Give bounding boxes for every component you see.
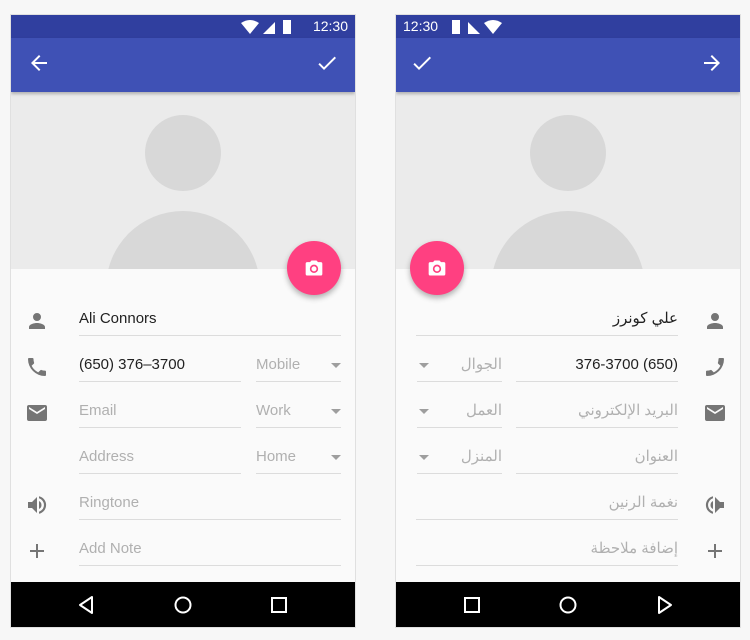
dropdown-caret-icon xyxy=(419,409,429,414)
phone-ltr: 12:30 Ali Connors (650) 376–3700 Mobile Emai… xyxy=(10,14,356,628)
nav-back-button[interactable] xyxy=(75,593,99,617)
name-field[interactable]: Ali Connors xyxy=(79,306,341,336)
dropdown-caret-icon xyxy=(331,409,341,414)
save-button[interactable] xyxy=(313,51,341,79)
volume-icon xyxy=(25,493,49,517)
plus-icon xyxy=(703,539,727,563)
nav-back-button[interactable] xyxy=(652,593,676,617)
dropdown-caret-icon xyxy=(419,363,429,368)
avatar-body xyxy=(491,211,645,269)
arrow-left-icon xyxy=(31,55,47,71)
email-type-select[interactable]: Work xyxy=(256,398,341,428)
phone-icon xyxy=(25,355,49,379)
status-time: 12:30 xyxy=(312,18,348,34)
name-field[interactable]: علي كونرز xyxy=(416,306,678,336)
email-type-label: العمل xyxy=(465,402,502,419)
email-type-label: Work xyxy=(256,402,291,419)
status-icons xyxy=(241,19,301,38)
person-icon xyxy=(703,309,727,333)
nav-recents-button[interactable] xyxy=(267,593,291,617)
address-type-label: المنزل xyxy=(460,448,502,465)
check-icon xyxy=(413,56,431,70)
system-nav-bar xyxy=(11,582,355,627)
phone-type-select[interactable]: Mobile xyxy=(256,352,341,382)
dropdown-caret-icon xyxy=(419,455,429,460)
status-time: 12:30 xyxy=(403,18,439,34)
phone-rtl: 12:30 علي كونرز (650) 376-3700 الجوال البريد… xyxy=(395,14,741,628)
address-field[interactable]: العنوان xyxy=(516,444,678,474)
address-type-select[interactable]: المنزل xyxy=(417,444,502,474)
system-nav-bar xyxy=(396,582,740,627)
phone-type-label: Mobile xyxy=(256,356,301,373)
avatar-head xyxy=(530,115,606,191)
email-icon xyxy=(25,401,49,425)
note-field[interactable]: Add Note xyxy=(79,536,341,566)
phone-type-select[interactable]: الجوال xyxy=(417,352,502,382)
email-field[interactable]: البريد الإلكتروني xyxy=(516,398,678,428)
dropdown-caret-icon xyxy=(331,363,341,368)
arrow-right-icon xyxy=(704,55,720,71)
toolbar xyxy=(11,38,355,92)
phone-type-label: الجوال xyxy=(460,356,502,373)
ringtone-field[interactable]: نغمة الرنين xyxy=(416,490,678,520)
email-field[interactable]: Email xyxy=(79,398,241,428)
status-icons xyxy=(450,19,510,38)
back-button[interactable] xyxy=(25,51,53,79)
dropdown-caret-icon xyxy=(331,455,341,460)
avatar-head xyxy=(145,115,221,191)
ringtone-field[interactable]: Ringtone xyxy=(79,490,341,520)
phone-field[interactable]: (650) 376–3700 xyxy=(79,352,241,382)
camera-icon xyxy=(305,260,323,276)
forward-button[interactable] xyxy=(698,51,726,79)
add-photo-button[interactable] xyxy=(287,241,341,295)
camera-icon xyxy=(428,260,446,276)
nav-home-button[interactable] xyxy=(171,593,195,617)
add-photo-button[interactable] xyxy=(410,241,464,295)
check-icon xyxy=(318,56,336,70)
email-type-select[interactable]: العمل xyxy=(417,398,502,428)
address-field[interactable]: Address xyxy=(79,444,241,474)
nav-recents-button[interactable] xyxy=(460,593,484,617)
nav-home-button[interactable] xyxy=(556,593,580,617)
phone-icon xyxy=(703,355,727,379)
plus-icon xyxy=(25,539,49,563)
status-bar: 12:30 xyxy=(396,15,740,38)
address-icon: undefined xyxy=(703,447,727,471)
status-bar: 12:30 xyxy=(11,15,355,38)
address-type-select[interactable]: Home xyxy=(256,444,341,474)
volume-icon xyxy=(703,493,727,517)
phone-field[interactable]: (650) 376-3700 xyxy=(516,352,678,382)
save-button[interactable] xyxy=(408,51,436,79)
address-type-label: Home xyxy=(256,448,297,465)
email-icon xyxy=(703,401,727,425)
address-icon: undefined xyxy=(25,447,49,471)
note-field[interactable]: إضافة ملاحظة xyxy=(416,536,678,566)
person-icon xyxy=(25,309,49,333)
avatar-body xyxy=(106,211,260,269)
toolbar xyxy=(396,38,740,92)
